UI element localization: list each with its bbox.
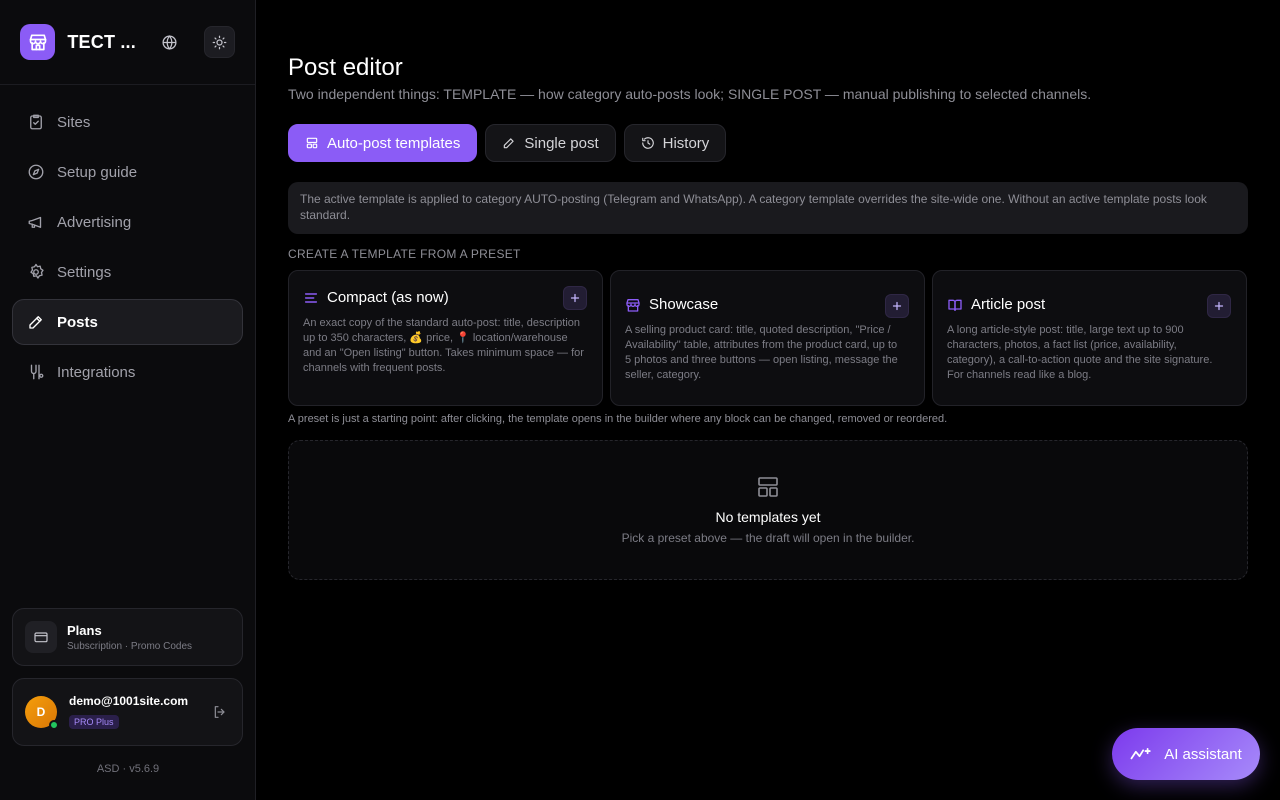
sun-icon [212, 35, 227, 49]
sidebar-item-integrations[interactable]: Integrations [12, 349, 243, 395]
plans-card[interactable]: Plans Subscription · Promo Codes [12, 608, 243, 666]
sidebar-item-posts[interactable]: Posts [12, 299, 243, 345]
avatar-initial: D [36, 705, 46, 719]
sidebar: TECT ... Sites Setup guide Advertising S… [0, 0, 256, 800]
logout-icon [214, 706, 225, 718]
add-preset-button[interactable] [885, 294, 909, 318]
page-title: Post editor [288, 54, 403, 81]
sidebar-item-label: Sites [57, 113, 91, 131]
tab-single-post[interactable]: Single post [485, 124, 616, 162]
preset-description: An exact copy of the standard auto-post:… [303, 317, 584, 374]
preset-description: A long article-style post: title, large … [947, 324, 1213, 381]
lines-icon [304, 292, 318, 303]
tab-auto-post-templates[interactable]: Auto-post templates [288, 124, 478, 162]
plus-icon [1214, 301, 1224, 311]
tab-label: Auto-post templates [327, 134, 461, 152]
add-preset-button[interactable] [563, 286, 587, 310]
sidebar-item-label: Setup guide [57, 163, 138, 181]
ai-assistant-button[interactable]: AI assistant [1112, 728, 1260, 780]
user-card: D demo@1001site.com PRO Plus [12, 678, 243, 746]
empty-subtitle: Pick a preset above — the draft will ope… [621, 531, 915, 545]
tab-label: History [662, 134, 710, 152]
sidebar-item-label: Posts [57, 313, 98, 331]
gear-icon [30, 263, 44, 279]
integrations-icon [30, 364, 44, 380]
sparkle-icon [1130, 747, 1151, 760]
pen-icon [29, 316, 42, 329]
logout-button[interactable] [210, 702, 230, 722]
sidebar-item-settings[interactable]: Settings [12, 249, 243, 295]
app-version: ASD · v5.6.9 [96, 763, 160, 775]
store-logo-icon[interactable] [20, 24, 56, 60]
history-icon [641, 137, 654, 149]
language-button[interactable] [154, 26, 185, 58]
preset-title: Showcase [649, 296, 719, 313]
plans-title: Plans [67, 622, 102, 638]
tab-label: Single post [524, 134, 599, 152]
tab-history[interactable]: History [623, 124, 727, 162]
book-icon [948, 299, 962, 311]
preset-card-article[interactable]: Article post A long article-style post: … [932, 270, 1247, 406]
layout-icon [758, 477, 778, 497]
sidebar-nav: Sites Setup guide Advertising Settings P… [12, 99, 243, 399]
site-name[interactable]: TECT ... [67, 32, 136, 53]
preset-title: Article post [971, 296, 1046, 313]
globe-icon [162, 34, 177, 50]
tab-bar: Auto-post templates Single post History [288, 124, 734, 162]
sidebar-item-sites[interactable]: Sites [12, 99, 243, 145]
empty-state: No templates yet Pick a preset above — t… [288, 440, 1248, 580]
preset-hint: A preset is just a starting point: after… [288, 413, 948, 425]
add-preset-button[interactable] [1207, 294, 1231, 318]
clipboard-check-icon [30, 114, 42, 130]
theme-toggle-button[interactable] [203, 26, 235, 58]
sidebar-item-label: Integrations [57, 363, 136, 381]
ai-assistant-label: AI assistant [1164, 745, 1242, 763]
sidebar-item-label: Advertising [57, 213, 132, 231]
empty-title: No templates yet [715, 509, 821, 525]
plus-icon [892, 301, 902, 311]
layout-icon [306, 137, 318, 149]
store-icon [626, 298, 640, 312]
brand-bar: TECT ... [0, 0, 255, 85]
plans-subtitle: Subscription · Promo Codes [67, 640, 193, 652]
info-notice: The active template is applied to catego… [288, 182, 1248, 234]
pen-icon [504, 138, 515, 149]
preset-description: A selling product card: title, quoted de… [625, 324, 898, 381]
preset-list: Compact (as now) An exact copy of the st… [288, 270, 1248, 406]
plan-badge: PRO Plus [69, 715, 119, 729]
sidebar-item-advertising[interactable]: Advertising [12, 199, 243, 245]
preset-card-showcase[interactable]: Showcase A selling product card: title, … [610, 270, 925, 406]
credit-card-icon [25, 621, 57, 653]
section-label: CREATE A TEMPLATE FROM A PRESET [288, 247, 521, 261]
preset-title: Compact (as now) [327, 289, 449, 306]
online-status-dot [49, 720, 59, 730]
megaphone-icon [28, 216, 42, 228]
user-email: demo@1001site.com [69, 694, 189, 708]
page-subtitle: Two independent things: TEMPLATE — how c… [288, 86, 1092, 102]
sidebar-item-setup-guide[interactable]: Setup guide [12, 149, 243, 195]
sidebar-item-label: Settings [57, 263, 112, 281]
plus-icon [570, 293, 580, 303]
preset-card-compact[interactable]: Compact (as now) An exact copy of the st… [288, 270, 603, 406]
compass-icon [28, 164, 44, 180]
avatar[interactable]: D [25, 696, 59, 730]
